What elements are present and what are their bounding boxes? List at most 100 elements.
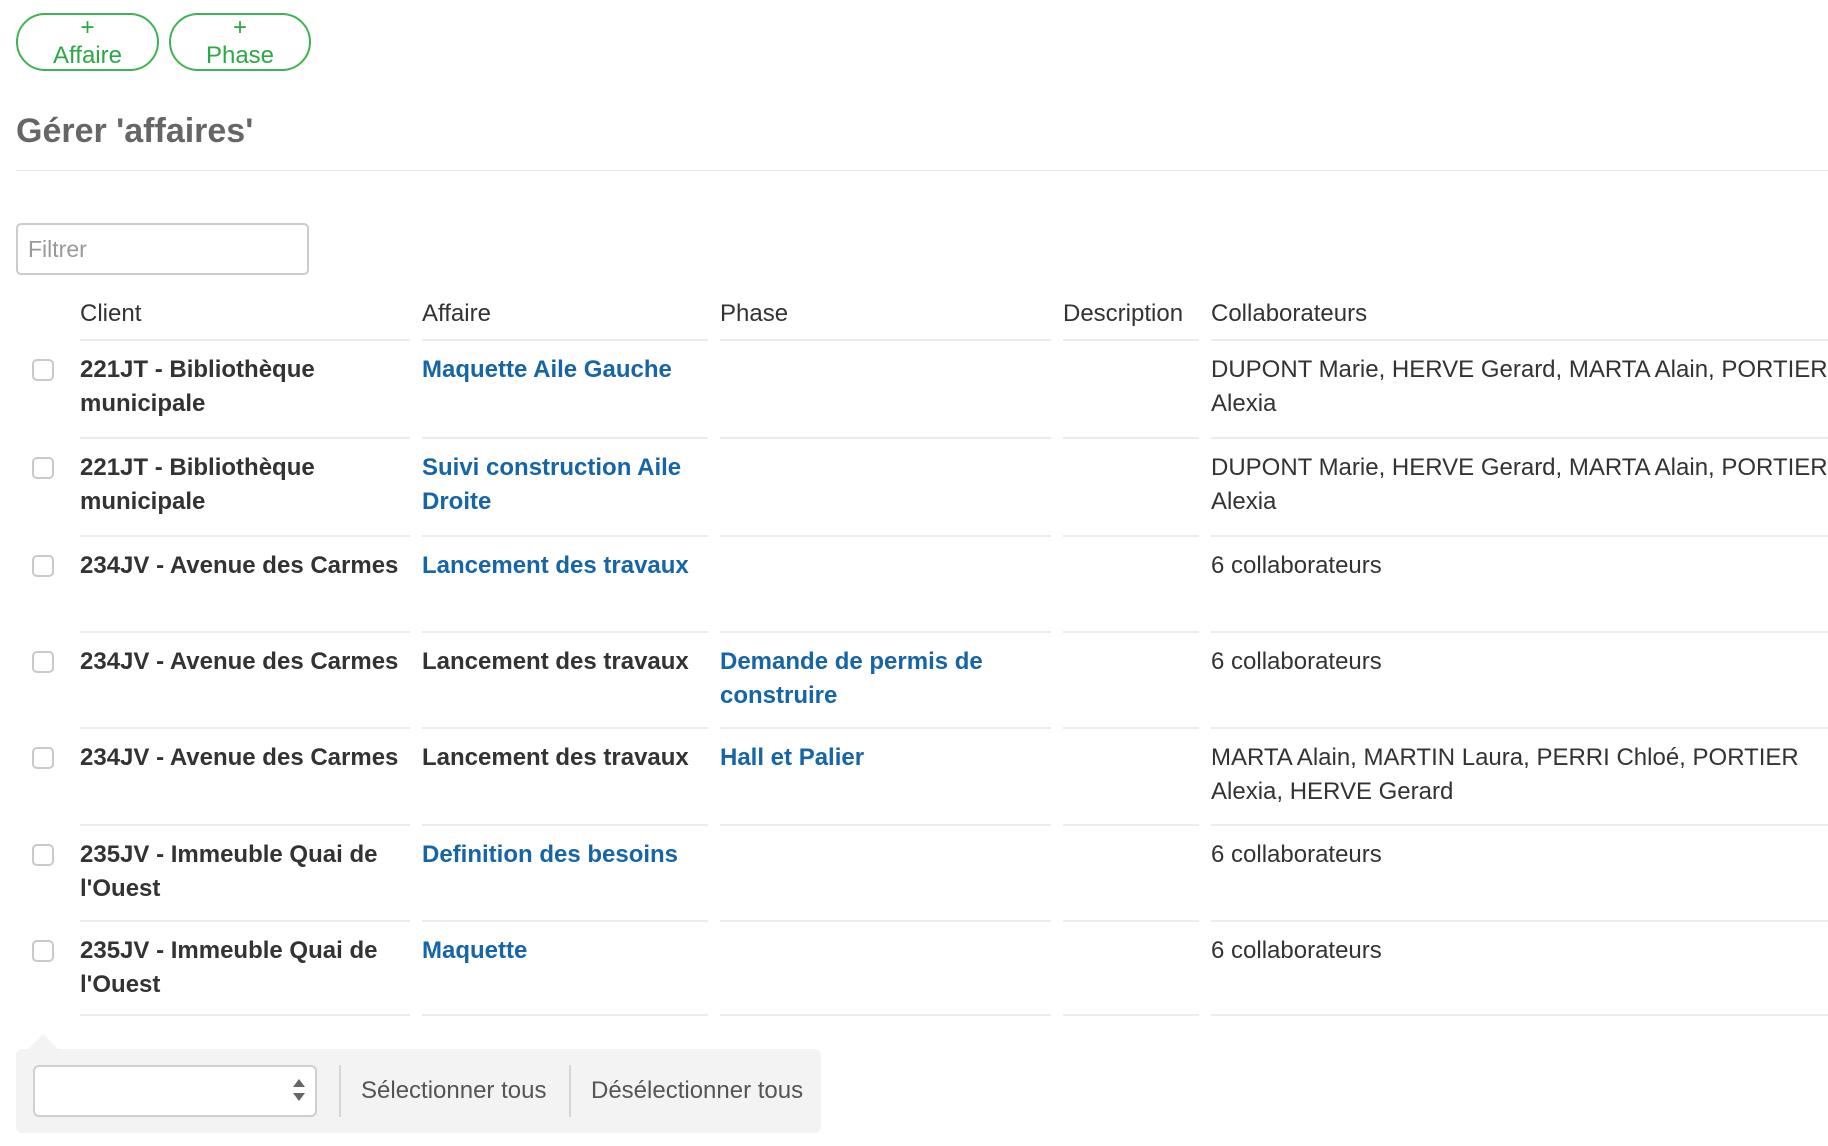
row-select-cell xyxy=(0,437,72,535)
affaire-name: Lancement des travaux xyxy=(422,648,689,675)
client-name: 221JT - Bibliothèque municipale xyxy=(80,356,315,417)
table-row: 235JV - Immeuble Quai de l'Ouest Maquett… xyxy=(0,920,1828,1016)
header-affaire[interactable]: Affaire xyxy=(414,285,712,339)
description-cell xyxy=(1055,339,1203,437)
client-cell: 235JV - Immeuble Quai de l'Ouest xyxy=(72,920,414,1016)
row-checkbox[interactable] xyxy=(32,844,54,866)
table-row: 221JT - Bibliothèque municipale Suivi co… xyxy=(0,437,1828,535)
header-select xyxy=(0,285,72,339)
page-title: Gérer 'affaires' xyxy=(16,112,254,150)
header-client-label: Client xyxy=(80,300,142,327)
affaire-cell: Lancement des travaux xyxy=(414,535,712,631)
row-checkbox[interactable] xyxy=(32,940,54,962)
row-select-cell xyxy=(0,339,72,437)
client-cell: 221JT - Bibliothèque municipale xyxy=(72,437,414,535)
description-cell xyxy=(1055,631,1203,727)
phase-cell: Hall et Palier xyxy=(712,727,1055,824)
description-cell xyxy=(1055,824,1203,920)
table-row: 234JV - Avenue des Carmes Lancement des … xyxy=(0,631,1828,727)
phase-cell xyxy=(712,824,1055,920)
affaire-link[interactable]: Maquette Aile Gauche xyxy=(422,356,672,383)
phase-cell xyxy=(712,535,1055,631)
phase-link[interactable]: Hall et Palier xyxy=(720,744,864,771)
deselect-all-button[interactable]: Désélectionner tous xyxy=(591,1069,803,1113)
header-description[interactable]: Description xyxy=(1055,285,1203,339)
row-checkbox[interactable] xyxy=(32,747,54,769)
client-name: 235JV - Immeuble Quai de l'Ouest xyxy=(80,841,378,902)
affaire-cell: Suivi construction Aile Droite xyxy=(414,437,712,535)
header-description-label: Description xyxy=(1063,300,1184,327)
collaborateurs-cell: MARTA Alain, MARTIN Laura, PERRI Chloé, … xyxy=(1203,727,1828,824)
row-checkbox[interactable] xyxy=(32,555,54,577)
bulk-divider xyxy=(569,1065,571,1117)
row-checkbox[interactable] xyxy=(32,651,54,673)
client-name: 234JV - Avenue des Carmes xyxy=(80,744,399,771)
affaire-cell: Lancement des travaux xyxy=(414,631,712,727)
collaborateurs-value: 6 collaborateurs xyxy=(1211,552,1382,579)
affaire-name: Lancement des travaux xyxy=(422,744,689,771)
collaborateurs-value: 6 collaborateurs xyxy=(1211,937,1382,964)
row-select-cell xyxy=(0,631,72,727)
bulk-action-select[interactable] xyxy=(33,1065,317,1117)
collaborateurs-value: DUPONT Marie, HERVE Gerard, MARTA Alain,… xyxy=(1211,454,1828,515)
phase-cell xyxy=(712,920,1055,1016)
client-cell: 234JV - Avenue des Carmes xyxy=(72,535,414,631)
description-cell xyxy=(1055,727,1203,824)
collaborateurs-value: DUPONT Marie, HERVE Gerard, MARTA Alain,… xyxy=(1211,356,1828,417)
affaire-cell: Lancement des travaux xyxy=(414,727,712,824)
client-cell: 221JT - Bibliothèque municipale xyxy=(72,339,414,437)
affaire-link[interactable]: Suivi construction Aile Droite xyxy=(422,454,681,515)
table-row: 221JT - Bibliothèque municipale Maquette… xyxy=(0,339,1828,437)
collaborateurs-value: 6 collaborateurs xyxy=(1211,648,1382,675)
collaborateurs-cell: DUPONT Marie, HERVE Gerard, MARTA Alain,… xyxy=(1203,437,1828,535)
affaire-link[interactable]: Maquette xyxy=(422,937,527,964)
phase-link[interactable]: Demande de permis de construire xyxy=(720,648,983,709)
select-all-button[interactable]: Sélectionner tous xyxy=(361,1069,546,1113)
description-cell xyxy=(1055,535,1203,631)
client-cell: 234JV - Avenue des Carmes xyxy=(72,727,414,824)
client-cell: 235JV - Immeuble Quai de l'Ouest xyxy=(72,824,414,920)
client-name: 234JV - Avenue des Carmes xyxy=(80,552,399,579)
row-select-cell xyxy=(0,920,72,1016)
bulk-actions-bar: Sélectionner tous Désélectionner tous xyxy=(16,1049,821,1133)
client-name: 221JT - Bibliothèque municipale xyxy=(80,454,315,515)
table-header: Client Affaire Phase Description Collabo… xyxy=(0,285,1828,339)
collaborateurs-cell: DUPONT Marie, HERVE Gerard, MARTA Alain,… xyxy=(1203,339,1828,437)
header-client[interactable]: Client xyxy=(72,285,414,339)
client-name: 235JV - Immeuble Quai de l'Ouest xyxy=(80,937,378,998)
top-actions: + Affaire + Phase xyxy=(16,13,311,71)
add-phase-button[interactable]: + Phase xyxy=(169,13,311,71)
header-phase[interactable]: Phase xyxy=(712,285,1055,339)
affaire-link[interactable]: Lancement des travaux xyxy=(422,552,689,579)
affaire-cell: Maquette Aile Gauche xyxy=(414,339,712,437)
collaborateurs-cell: 6 collaborateurs xyxy=(1203,920,1828,1016)
collaborateurs-value: 6 collaborateurs xyxy=(1211,841,1382,868)
table-row: 235JV - Immeuble Quai de l'Ouest Definit… xyxy=(0,824,1828,920)
select-arrows-icon xyxy=(293,1079,305,1103)
description-cell xyxy=(1055,437,1203,535)
add-affaire-button[interactable]: + Affaire xyxy=(16,13,159,71)
header-affaire-label: Affaire xyxy=(422,300,491,327)
row-select-cell xyxy=(0,727,72,824)
phase-cell: Demande de permis de construire xyxy=(712,631,1055,727)
row-select-cell xyxy=(0,535,72,631)
affaire-cell: Definition des besoins xyxy=(414,824,712,920)
collaborateurs-value: MARTA Alain, MARTIN Laura, PERRI Chloé, … xyxy=(1211,744,1799,805)
bulk-divider xyxy=(339,1065,341,1117)
collaborateurs-cell: 6 collaborateurs xyxy=(1203,631,1828,727)
client-name: 234JV - Avenue des Carmes xyxy=(80,648,399,675)
table-body: 221JT - Bibliothèque municipale Maquette… xyxy=(0,339,1828,1016)
description-cell xyxy=(1055,920,1203,1016)
affaire-cell: Maquette xyxy=(414,920,712,1016)
row-checkbox[interactable] xyxy=(32,457,54,479)
header-collaborateurs[interactable]: Collaborateurs xyxy=(1203,285,1828,339)
table-row: 234JV - Avenue des Carmes Lancement des … xyxy=(0,535,1828,631)
row-checkbox[interactable] xyxy=(32,359,54,381)
filter-input[interactable] xyxy=(16,223,309,275)
header-phase-label: Phase xyxy=(720,300,789,327)
affaire-link[interactable]: Definition des besoins xyxy=(422,841,678,868)
title-divider xyxy=(16,170,1828,171)
affaires-table: Client Affaire Phase Description Collabo… xyxy=(0,285,1828,1016)
collaborateurs-cell: 6 collaborateurs xyxy=(1203,824,1828,920)
table-row: 234JV - Avenue des Carmes Lancement des … xyxy=(0,727,1828,824)
